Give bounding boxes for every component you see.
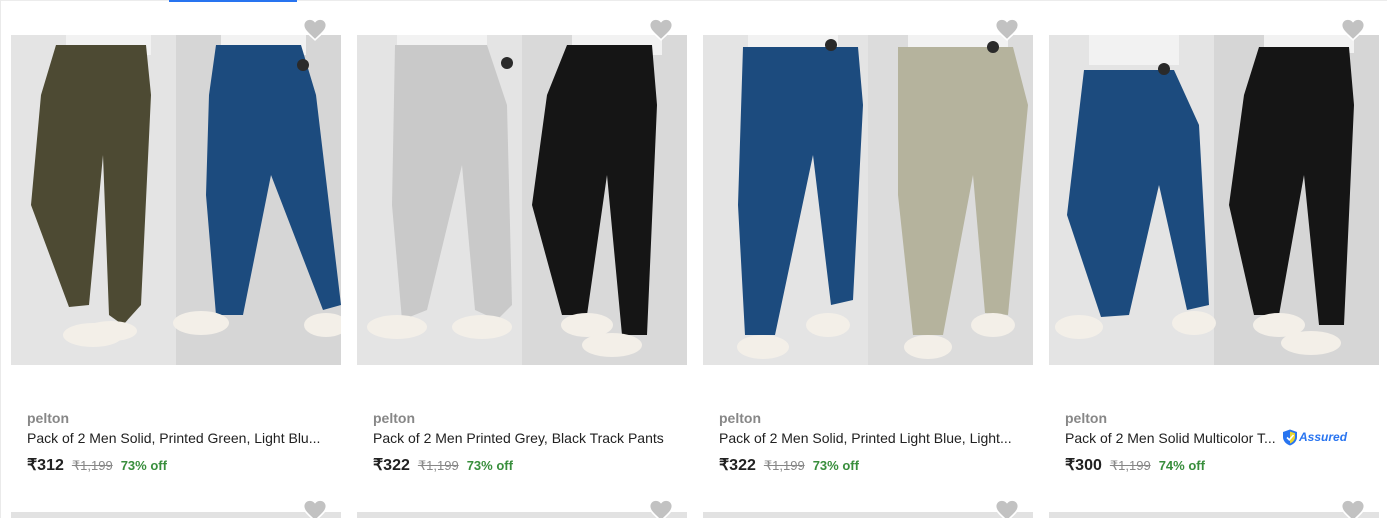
product-title[interactable]: Pack of 2 Men Solid, Printed Light Blue,… xyxy=(719,430,1019,446)
product-image[interactable] xyxy=(1049,35,1379,365)
brand-name: pelton xyxy=(27,410,69,426)
wishlist-heart-icon[interactable] xyxy=(302,498,328,518)
product-title[interactable]: Pack of 2 Men Printed Grey, Black Track … xyxy=(373,430,673,446)
product-image[interactable] xyxy=(703,35,1033,365)
product-card[interactable]: pelton Pack of 2 Men Printed Grey, Black… xyxy=(346,0,692,518)
assured-shield-icon xyxy=(1283,429,1297,445)
next-product-image[interactable] xyxy=(357,512,687,518)
wishlist-heart-icon[interactable] xyxy=(1340,498,1366,518)
original-price: ₹1,199 xyxy=(417,458,459,473)
product-image[interactable] xyxy=(11,35,341,365)
discount-label: 73% off xyxy=(812,458,859,473)
product-title[interactable]: Pack of 2 Men Solid, Printed Green, Ligh… xyxy=(27,430,327,446)
product-photo xyxy=(11,35,341,365)
next-product-image[interactable] xyxy=(11,512,341,518)
brand-name: pelton xyxy=(1065,410,1107,426)
product-title[interactable]: Pack of 2 Men Solid Multicolor T... xyxy=(1065,430,1281,446)
product-card[interactable]: pelton Pack of 2 Men Solid, Printed Ligh… xyxy=(692,0,1038,518)
wishlist-heart-icon[interactable] xyxy=(994,498,1020,518)
product-photo xyxy=(703,35,1033,365)
wishlist-heart-icon[interactable] xyxy=(648,498,674,518)
selling-price: ₹300 xyxy=(1065,457,1102,474)
next-product-image[interactable] xyxy=(1049,512,1379,518)
original-price: ₹1,199 xyxy=(71,458,113,473)
assured-badge: Assured xyxy=(1282,428,1347,446)
wishlist-heart-icon[interactable] xyxy=(1340,17,1366,41)
price-row: ₹300 ₹1,199 74% off xyxy=(1065,455,1205,475)
selling-price: ₹312 xyxy=(27,457,64,474)
product-image[interactable] xyxy=(357,35,687,365)
selling-price: ₹322 xyxy=(719,457,756,474)
price-row: ₹322 ₹1,199 73% off xyxy=(719,455,859,475)
selling-price: ₹322 xyxy=(373,457,410,474)
product-photo xyxy=(1049,35,1379,365)
discount-label: 73% off xyxy=(120,458,167,473)
brand-name: pelton xyxy=(373,410,415,426)
price-row: ₹312 ₹1,199 73% off xyxy=(27,455,167,475)
brand-name: pelton xyxy=(719,410,761,426)
wishlist-heart-icon[interactable] xyxy=(994,17,1020,41)
price-row: ₹322 ₹1,199 73% off xyxy=(373,455,513,475)
original-price: ₹1,199 xyxy=(1109,458,1151,473)
discount-label: 73% off xyxy=(466,458,513,473)
wishlist-heart-icon[interactable] xyxy=(302,17,328,41)
discount-label: 74% off xyxy=(1158,458,1205,473)
original-price: ₹1,199 xyxy=(763,458,805,473)
product-card[interactable]: pelton Pack of 2 Men Solid, Printed Gree… xyxy=(0,0,346,518)
next-product-image[interactable] xyxy=(703,512,1033,518)
wishlist-heart-icon[interactable] xyxy=(648,17,674,41)
product-photo xyxy=(357,35,687,365)
assured-label: Assured xyxy=(1299,430,1348,444)
